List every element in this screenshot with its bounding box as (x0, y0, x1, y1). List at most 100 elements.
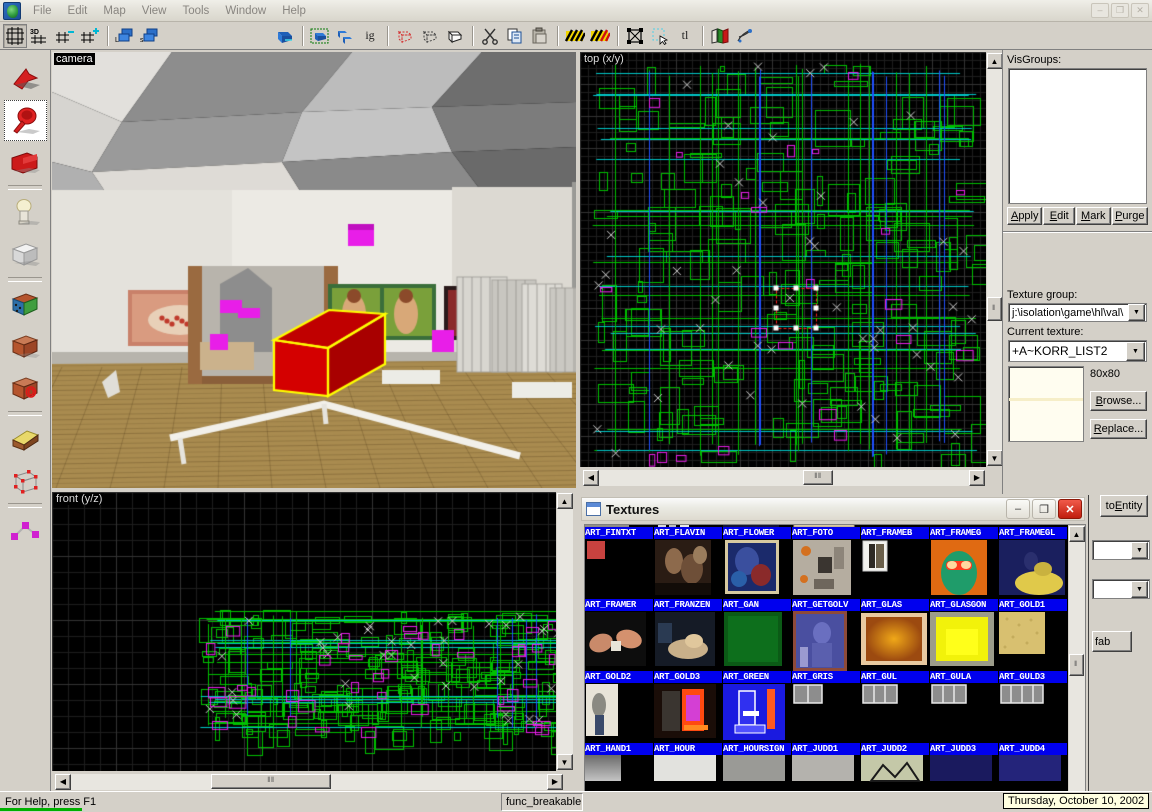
menu-edit[interactable]: Edit (60, 3, 96, 19)
visgroup-edit-button[interactable]: Edit (1043, 207, 1076, 225)
texture-thumbnail[interactable] (792, 539, 860, 599)
texture-cell[interactable]: ART_JUDD3 (930, 683, 998, 755)
vscroll-track[interactable]: ⦀ (1068, 542, 1085, 792)
camera-3d-render[interactable] (52, 52, 576, 488)
tool-selection[interactable] (3, 58, 47, 99)
chevron-down-icon[interactable]: ▼ (1131, 580, 1148, 598)
textures-grid[interactable]: ART_FINTXT ART_FLAVIN ART_FLOWER ART_FOTO AR… (585, 525, 1070, 809)
textures-close-button[interactable]: ✕ (1058, 499, 1082, 519)
menu-tools[interactable]: Tools (174, 3, 217, 19)
maximize-button[interactable]: ❐ (1111, 3, 1129, 18)
vscroll-track[interactable]: ⦀ (986, 69, 1003, 450)
chevron-down-icon[interactable]: ▼ (1126, 341, 1145, 361)
texture-thumbnail[interactable] (999, 683, 1067, 743)
texture-thumbnail[interactable] (861, 525, 929, 527)
texture-thumbnail[interactable] (999, 611, 1067, 671)
texture-group-combo[interactable]: j:\isolation\game\hl\val\ ▼ (1008, 303, 1147, 322)
to-entity-button[interactable]: to Entity (1100, 495, 1148, 517)
menu-view[interactable]: View (134, 3, 175, 19)
texture-thumbnail[interactable] (585, 683, 653, 743)
texture-thumbnail[interactable] (792, 611, 860, 671)
menu-file[interactable]: File (25, 3, 60, 19)
hscroll-thumb[interactable]: ⦀⦀ (803, 469, 833, 485)
texture-cell[interactable]: ART_FRAMER (585, 539, 653, 611)
textures-grid-container[interactable]: ART_FINTXT ART_FLAVIN ART_FLOWER ART_FOTO AR… (584, 524, 1086, 810)
visgroup-purge-button[interactable]: Purge (1111, 207, 1148, 225)
texture-thumbnail[interactable] (999, 525, 1067, 527)
grid-smaller-button[interactable] (53, 24, 77, 48)
texture-cell[interactable]: ART_GUL (861, 611, 929, 683)
texture-thumbnail[interactable] (585, 525, 653, 527)
hscroll-thumb[interactable]: ⦀⦀ (211, 773, 331, 789)
camera-viewport[interactable]: camera (52, 52, 576, 488)
entity-class-combo-2[interactable]: ▼ (1092, 579, 1150, 599)
visgroups-listbox[interactable] (1008, 68, 1147, 204)
top-viewport[interactable]: top (x/y) (580, 52, 988, 467)
texture-browse-button[interactable]: Browse... (1090, 391, 1147, 411)
top-viewport-vscroll[interactable]: ▲ ⦀ ▼ (986, 52, 1003, 467)
texture-thumbnail[interactable] (585, 539, 653, 599)
textures-restore-button[interactable]: ❐ (1032, 499, 1056, 519)
toggle-3d-grid-button[interactable]: 3D (28, 24, 52, 48)
texture-thumbnail[interactable] (861, 611, 929, 671)
toggle-grid-button[interactable] (3, 23, 27, 48)
texture-thumbnail[interactable] (861, 683, 929, 743)
texture-thumbnail[interactable] (792, 525, 860, 527)
copy-button[interactable] (503, 24, 527, 48)
map-properties-button[interactable] (733, 24, 757, 48)
visgroup-apply-button[interactable]: Apply (1007, 207, 1043, 225)
texture-thumbnail[interactable] (930, 525, 998, 527)
ungroup-button[interactable] (333, 24, 357, 48)
front-viewport[interactable]: front (y/z) (52, 492, 568, 771)
texture-cell[interactable]: ART_GOLD3 (654, 611, 722, 683)
save-pointfile-button[interactable]: s (138, 24, 162, 48)
hscroll-track[interactable]: ⦀⦀ (599, 469, 969, 486)
texture-thumbnail[interactable] (654, 525, 722, 527)
texture-cell[interactable]: ART_GREEN (723, 611, 791, 683)
texture-thumbnail[interactable] (654, 683, 722, 743)
entity-class-combo-1[interactable]: ▼ (1092, 540, 1150, 560)
top-2d-render[interactable] (580, 52, 988, 467)
texture-cell[interactable]: ART_HOURSIGN (723, 683, 791, 755)
scroll-up-arrow[interactable]: ▲ (556, 493, 573, 509)
scroll-up-arrow[interactable]: ▲ (1068, 526, 1085, 542)
vscroll-thumb[interactable]: ⦀ (1068, 654, 1084, 676)
tool-decal[interactable] (3, 368, 47, 409)
hide-unselected-button[interactable] (418, 24, 442, 48)
texture-cell[interactable]: ART_FLAVIN (654, 525, 722, 539)
show-all-button[interactable] (443, 24, 467, 48)
texture-cell[interactable]: ART_GOLD2 (585, 611, 653, 683)
hscroll-track[interactable]: ⦀⦀ (71, 773, 547, 790)
texture-thumbnail[interactable] (654, 539, 722, 599)
visgroup-mark-button[interactable]: Mark (1076, 207, 1111, 225)
texture-cell[interactable]: ART_GOLD1 (999, 539, 1067, 611)
scroll-right-arrow[interactable]: ▶ (547, 773, 563, 790)
tool-entity[interactable] (3, 192, 47, 233)
texture-cell[interactable]: ART_FLOWER (723, 525, 791, 539)
grid-larger-button[interactable] (78, 24, 102, 48)
tool-magnify[interactable] (3, 100, 47, 141)
minimize-button[interactable]: – (1091, 3, 1109, 18)
tool-camera[interactable] (3, 142, 47, 183)
front-viewport-vscroll[interactable]: ▲ ▼ (556, 492, 573, 771)
texture-cell[interactable]: ART_FRAMEB (861, 525, 929, 539)
texture-thumbnail[interactable] (723, 525, 791, 527)
texture-cell[interactable]: ART_GLASGON (930, 539, 998, 611)
texture-thumbnail[interactable] (999, 539, 1067, 599)
current-texture-combo[interactable]: +A~KORR_LIST2 ▼ (1008, 340, 1147, 362)
tool-path[interactable] (3, 510, 47, 551)
texture-cell[interactable]: ART_FRANZEN (654, 539, 722, 611)
toggle-cordon-button[interactable] (563, 24, 587, 48)
textures-minimize-button[interactable]: – (1006, 499, 1030, 519)
texture-thumbnail[interactable] (930, 683, 998, 743)
texture-thumbnail[interactable] (930, 611, 998, 671)
tool-block[interactable] (3, 234, 47, 275)
chevron-down-icon[interactable]: ▼ (1128, 304, 1145, 321)
scroll-down-arrow[interactable]: ▼ (556, 754, 573, 770)
texture-cell[interactable]: ART_JUDD1 (792, 683, 860, 755)
prefab-button[interactable]: fab (1092, 631, 1132, 652)
texture-thumbnail[interactable] (723, 683, 791, 743)
menu-help[interactable]: Help (274, 3, 314, 19)
chevron-down-icon[interactable]: ▼ (1131, 541, 1148, 559)
scroll-left-arrow[interactable]: ◀ (55, 773, 71, 790)
